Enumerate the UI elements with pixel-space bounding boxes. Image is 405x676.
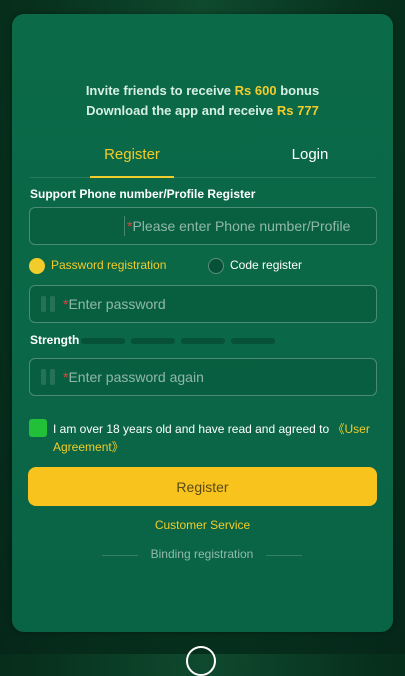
promo-invite-amount: Rs 600 (234, 83, 277, 98)
close-icon[interactable] (186, 646, 216, 676)
lock-icon (41, 369, 57, 385)
strength-bar (181, 338, 225, 344)
divider-line (266, 555, 302, 556)
register-panel: Invite friends to receive Rs 600 bonus D… (12, 14, 393, 632)
tab-login[interactable]: Login (270, 146, 350, 163)
binding-registration-text: Binding registration (150, 547, 254, 561)
promo-download-text: Download the app and receive (86, 103, 277, 118)
radio-code-register[interactable] (208, 258, 224, 274)
password-confirm-placeholder-text: Enter password again (68, 369, 204, 385)
strength-bar (231, 338, 275, 344)
radio-password-registration[interactable] (29, 258, 45, 274)
promo-download-amount: Rs 777 (276, 103, 319, 118)
binding-registration: Binding registration (102, 547, 302, 563)
password-confirm-placeholder: *Enter password again (63, 369, 204, 385)
strength-bar (81, 338, 125, 344)
radio-code-label[interactable]: Code register (230, 258, 302, 272)
prefix-divider (124, 216, 125, 236)
customer-service-link[interactable]: Customer Service (12, 518, 393, 532)
password-placeholder-text: Enter password (68, 296, 166, 312)
agree-statement: I am over 18 years old and have read and… (53, 422, 333, 436)
password-confirm-input[interactable]: *Enter password again (29, 358, 377, 396)
radio-password-label[interactable]: Password registration (51, 258, 166, 272)
agree-checkbox[interactable] (29, 419, 47, 437)
phone-placeholder: *Please enter Phone number/Profile (127, 218, 350, 234)
tab-register[interactable]: Register (90, 146, 174, 178)
section-label: Support Phone number/Profile Register (30, 187, 256, 201)
promo-download: Download the app and receive Rs 777 (12, 103, 393, 118)
phone-input[interactable]: *Please enter Phone number/Profile (29, 207, 377, 245)
registration-mode: Password registration Code register (28, 256, 378, 276)
agree-text: I am over 18 years old and have read and… (53, 420, 383, 456)
strength-bar (131, 338, 175, 344)
password-input[interactable]: *Enter password (29, 285, 377, 323)
promo-invite-text: Invite friends to receive (85, 83, 235, 98)
strength-label: Strength (30, 333, 80, 347)
phone-placeholder-text: Please enter Phone number/Profile (132, 218, 351, 234)
lock-icon (41, 296, 57, 312)
password-placeholder: *Enter password (63, 296, 166, 312)
promo-invite-suffix: bonus (276, 83, 320, 98)
auth-tabs: Register Login (30, 144, 376, 178)
promo-invite: Invite friends to receive Rs 600 bonus (12, 83, 393, 98)
register-button[interactable]: Register (28, 467, 377, 506)
